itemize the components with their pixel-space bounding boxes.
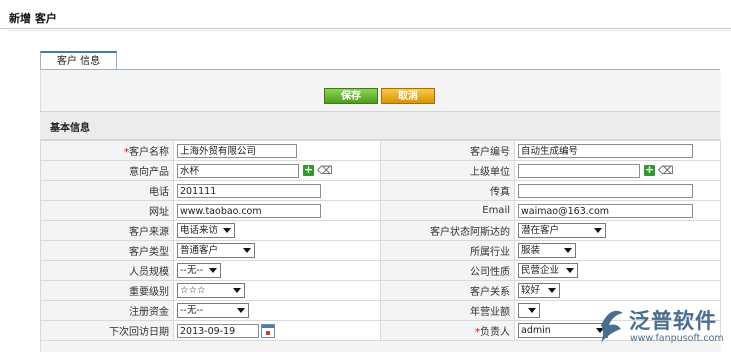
cancel-button[interactable]: 取消 (381, 88, 435, 104)
save-button[interactable]: 保存 (324, 88, 378, 104)
form-row: 人员规模 --无-- 公司性质 民营企业 (40, 260, 721, 281)
phone-label: 电话 (40, 180, 174, 201)
form-row: 电话 201111 传真 (40, 180, 721, 201)
chevron-down-icon (209, 268, 217, 273)
tab-bar-line (40, 69, 720, 70)
customer-no-input[interactable]: 自动生成编号 (518, 143, 693, 158)
chevron-down-icon (223, 228, 231, 233)
form-row: *客户名称 上海外贸有限公司 客户编号 自动生成编号 (40, 140, 721, 161)
revenue-label: 年营业额 (380, 300, 515, 321)
source-select[interactable]: 电话来访 (177, 223, 235, 238)
chevron-down-icon (548, 288, 556, 293)
capital-label: 注册资金 (40, 300, 174, 321)
status-label: 客户状态阿斯达的 (380, 220, 515, 241)
chevron-down-icon (233, 288, 241, 293)
staff-size-label: 人员规模 (40, 260, 174, 281)
chevron-down-icon (237, 308, 245, 313)
relation-label: 客户关系 (380, 280, 515, 301)
type-select[interactable]: 普通客户 (177, 243, 255, 258)
title-divider-shadow (8, 30, 731, 31)
next-visit-label: 下次回访日期 (40, 320, 174, 341)
chevron-down-icon (528, 308, 536, 313)
tab-customer-info[interactable]: 客户 信息 (40, 51, 117, 70)
industry-label: 所属行业 (380, 240, 515, 261)
phone-input[interactable]: 201111 (177, 183, 321, 198)
intended-product-label: 意向产品 (40, 160, 174, 181)
brand-logo-text: 泛普软件 (629, 309, 717, 333)
section-header-basic-info: 基本信息 (40, 111, 720, 140)
form-row: 客户类型 普通客户 所属行业 服装 (40, 240, 721, 261)
company-nature-label: 公司性质 (380, 260, 515, 281)
status-select[interactable]: 潜在客户 (518, 223, 606, 238)
intended-product-input[interactable]: 水杯 (177, 163, 299, 178)
importance-select[interactable]: ☆☆☆ (177, 283, 245, 298)
chevron-down-icon (566, 268, 574, 273)
relation-select[interactable]: 较好 (518, 283, 560, 298)
email-input[interactable]: waimao@163.com (518, 203, 693, 218)
clear-icon[interactable]: ⌫ (317, 164, 333, 177)
form-row: 意向产品 水杯 + ⌫ 上级单位 + ⌫ (40, 160, 721, 181)
page-title: 新增 客户 (9, 12, 57, 25)
owner-select[interactable]: admin (518, 323, 608, 338)
brand-logo-icon (601, 310, 623, 343)
parent-unit-input[interactable] (518, 163, 640, 178)
chevron-down-icon (243, 248, 251, 253)
email-label: Email (380, 200, 515, 221)
parent-unit-label: 上级单位 (380, 160, 515, 181)
fax-label: 传真 (380, 180, 515, 201)
form-row: 重要级别 ☆☆☆ 客户关系 较好 (40, 280, 721, 301)
customer-name-label: *客户名称 (40, 140, 174, 161)
section-title: 基本信息 (50, 123, 90, 134)
revenue-select[interactable] (518, 303, 540, 318)
importance-label: 重要级别 (40, 280, 174, 301)
customer-no-label: 客户编号 (380, 140, 515, 161)
chevron-down-icon (564, 248, 572, 253)
owner-label: *负责人 (380, 320, 515, 341)
calendar-icon[interactable] (261, 323, 275, 338)
next-visit-date-input[interactable]: 2013-09-19 (177, 323, 259, 338)
type-label: 客户类型 (40, 240, 174, 261)
staff-size-select[interactable]: --无-- (177, 263, 221, 278)
source-label: 客户来源 (40, 220, 174, 241)
company-nature-select[interactable]: 民营企业 (518, 263, 578, 278)
clear-icon[interactable]: ⌫ (658, 164, 674, 177)
form-row: 网址 www.taobao.com Email waimao@163.com (40, 200, 721, 221)
capital-select[interactable]: --无-- (177, 303, 249, 318)
website-input[interactable]: www.taobao.com (177, 203, 321, 218)
title-divider (0, 28, 731, 29)
website-label: 网址 (40, 200, 174, 221)
chevron-down-icon (594, 228, 602, 233)
add-icon[interactable]: + (303, 164, 314, 176)
form-row: 客户来源 电话来访 客户状态阿斯达的 潜在客户 (40, 220, 721, 241)
industry-select[interactable]: 服装 (518, 243, 576, 258)
customer-name-input[interactable]: 上海外贸有限公司 (177, 143, 297, 158)
brand-logo-url: www.fanpusoft.com (630, 333, 724, 344)
add-icon[interactable]: + (644, 164, 655, 176)
fax-input[interactable] (518, 183, 693, 198)
brand-logo: 泛普软件 www.fanpusoft.com (597, 305, 727, 349)
